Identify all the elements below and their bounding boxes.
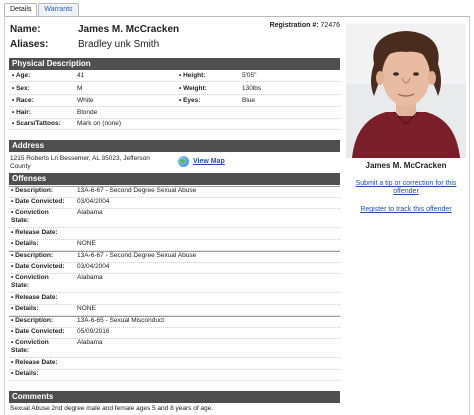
- date-convicted-label: • Date Convicted:: [11, 328, 65, 335]
- release-date-label: • Release Date:: [11, 359, 58, 366]
- comments-text: Sexual Abuse 2nd degree male and female …: [10, 405, 214, 412]
- description-value: 13A-6-67 - Second Degree Sexual Abuse: [77, 187, 197, 194]
- date-convicted-row: • Date Convicted: 03/04/2004: [9, 198, 340, 209]
- details-value: NONE: [77, 305, 96, 312]
- date-convicted-value: 03/04/2004: [77, 263, 110, 270]
- name-row: Name: James M. McCracken: [10, 22, 179, 36]
- physical-row: • Age: 41 • Height: 5'05": [9, 71, 340, 82]
- conviction-state-value: Alabama: [77, 274, 103, 281]
- offenses-header: Offenses: [9, 173, 340, 185]
- hair-value: Blonde: [77, 109, 98, 116]
- registration-label: Registration #:: [269, 22, 319, 29]
- address-header: Address: [9, 140, 340, 152]
- release-date-label: • Release Date:: [11, 229, 58, 236]
- tab-warrants[interactable]: Warrants: [38, 3, 79, 16]
- release-date-row: • Release Date:: [9, 294, 340, 305]
- conviction-state-row: • Conviction State: Alabama: [9, 339, 340, 358]
- scars-tattoos-value: Mark on (none): [77, 120, 122, 127]
- offense-description-row: • Description: 13A-6-67 - Second Degree …: [9, 252, 340, 263]
- description-label: • Description:: [11, 317, 54, 324]
- physical-row: • Hair: Blonde: [9, 108, 340, 119]
- aliases-value: Bradley unk Smith: [78, 38, 160, 50]
- submit-tip-link[interactable]: Submit a tip or correction for this offe…: [346, 180, 466, 196]
- details-row: • Details: NONE: [9, 305, 340, 316]
- date-convicted-value: 05/09/2016: [77, 328, 110, 335]
- comments-header: Comments: [9, 391, 340, 403]
- conviction-state-label: • Conviction State:: [11, 339, 49, 354]
- address-text: 1215 Roberts Ln Bessemer, AL 35023, Jeff…: [10, 155, 180, 171]
- conviction-state-row: • Conviction State: Alabama: [9, 274, 340, 293]
- release-date-label: • Release Date:: [11, 294, 58, 301]
- description-value: 13A-6-67 - Second Degree Sexual Abuse: [77, 252, 197, 259]
- race-value: White: [77, 97, 94, 104]
- physical-description-header: Physical Description: [9, 58, 340, 70]
- offender-photo-image: [346, 24, 466, 158]
- height-value: 5'05": [242, 72, 257, 79]
- description-label: • Description:: [11, 252, 54, 259]
- name-label: Name:: [10, 23, 41, 35]
- conviction-state-value: Alabama: [77, 209, 103, 216]
- globe-icon: [178, 156, 189, 167]
- submit-tip-link-line-2[interactable]: offender: [346, 188, 466, 196]
- physical-row: • Scars/Tattoos: Mark on (none): [9, 119, 340, 130]
- conviction-state-label: • Conviction State:: [11, 209, 49, 224]
- scars-tattoos-label: • Scars/Tattoos:: [12, 120, 61, 127]
- details-row: • Details:: [9, 370, 340, 381]
- offense-description-row: • Description: 13A-6-67 - Second Degree …: [9, 187, 340, 198]
- registration-number: Registration #: 72476: [270, 22, 340, 29]
- physical-row: • Sex: M • Weight: 130lbs: [9, 84, 340, 95]
- sidebar-offender-name: James M. McCracken: [365, 161, 447, 170]
- details-value: NONE: [77, 240, 96, 247]
- register-track-link[interactable]: Register to track this offender: [346, 206, 466, 214]
- details-label: • Details:: [11, 305, 39, 312]
- eyes-label: • Eyes:: [179, 97, 201, 104]
- conviction-state-label: • Conviction State:: [11, 274, 49, 289]
- sex-label: • Sex:: [12, 85, 30, 92]
- conviction-state-value: Alabama: [77, 339, 103, 346]
- date-convicted-label: • Date Convicted:: [11, 198, 65, 205]
- weight-label: • Weight:: [179, 85, 207, 92]
- weight-value: 130lbs: [242, 85, 262, 92]
- address-line-2: County: [10, 163, 31, 170]
- aliases-row: Aliases: Bradley unk Smith: [10, 37, 159, 51]
- sex-value: M: [77, 85, 83, 92]
- age-label: • Age:: [12, 72, 31, 79]
- release-date-row: • Release Date:: [9, 359, 340, 370]
- aliases-label: Aliases:: [10, 38, 49, 50]
- details-label: • Details:: [11, 370, 39, 377]
- physical-row: • Race: White • Eyes: Blue: [9, 96, 340, 107]
- offender-photo: [346, 24, 466, 158]
- offense-description-row: • Description: 13A-6-65 - Sexual Miscond…: [9, 317, 340, 328]
- date-convicted-value: 03/04/2004: [77, 198, 110, 205]
- address-line-1: 1215 Roberts Ln Bessemer, AL 35023, Jeff…: [10, 155, 150, 162]
- release-date-row: • Release Date:: [9, 229, 340, 240]
- view-map-label[interactable]: View Map: [193, 158, 225, 165]
- height-label: • Height:: [179, 72, 206, 79]
- description-label: • Description:: [11, 187, 54, 194]
- eyes-value: Blue: [242, 97, 256, 104]
- submit-tip-link-line-1[interactable]: Submit a tip or correction for this: [346, 180, 466, 188]
- race-label: • Race:: [12, 97, 34, 104]
- offender-name: James M. McCracken: [78, 23, 180, 35]
- details-label: • Details:: [11, 240, 39, 247]
- date-convicted-row: • Date Convicted: 03/04/2004: [9, 263, 340, 274]
- details-row: • Details: NONE: [9, 240, 340, 251]
- age-value: 41: [77, 72, 85, 79]
- view-map-link[interactable]: View Map: [178, 156, 225, 167]
- date-convicted-row: • Date Convicted: 05/09/2016: [9, 328, 340, 339]
- hair-label: • Hair:: [12, 109, 31, 116]
- tab-bar: Details Warrants: [4, 3, 80, 17]
- tab-details[interactable]: Details: [4, 3, 38, 17]
- registration-value: 72476: [320, 22, 340, 29]
- conviction-state-row: • Conviction State: Alabama: [9, 209, 340, 228]
- description-value: 13A-6-65 - Sexual Misconduct: [77, 317, 165, 324]
- date-convicted-label: • Date Convicted:: [11, 263, 65, 270]
